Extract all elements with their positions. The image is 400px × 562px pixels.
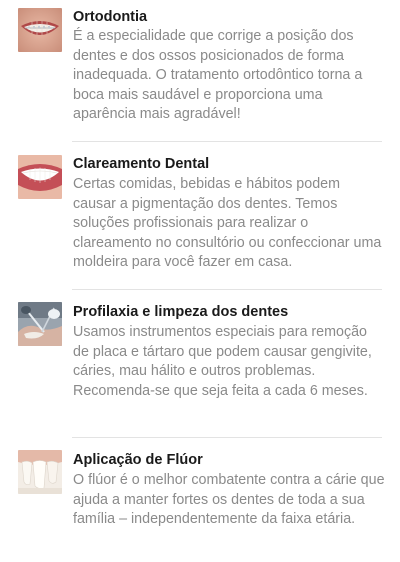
service-title: Profilaxia e limpeza dos dentes — [73, 304, 289, 320]
service-title: Aplicação de Flúor — [73, 452, 203, 468]
service-description: Certas comidas, bebidas e hábitos podem … — [73, 176, 382, 270]
service-description: É a especialidade que corrige a posição … — [73, 28, 363, 122]
divider — [72, 289, 382, 290]
service-description: O flúor é o melhor combatente contra a c… — [73, 472, 385, 527]
divider — [72, 141, 382, 142]
service-description: Usamos instrumentos especiais para remoç… — [73, 324, 372, 399]
service-title: Ortodontia — [73, 9, 148, 25]
divider — [72, 437, 382, 438]
white-smile-icon — [18, 155, 62, 199]
smile-braces-icon — [18, 8, 62, 52]
fluoride-teeth-icon — [18, 450, 62, 494]
dental-cleaning-icon — [18, 302, 62, 346]
service-title: Clareamento Dental — [73, 156, 210, 172]
